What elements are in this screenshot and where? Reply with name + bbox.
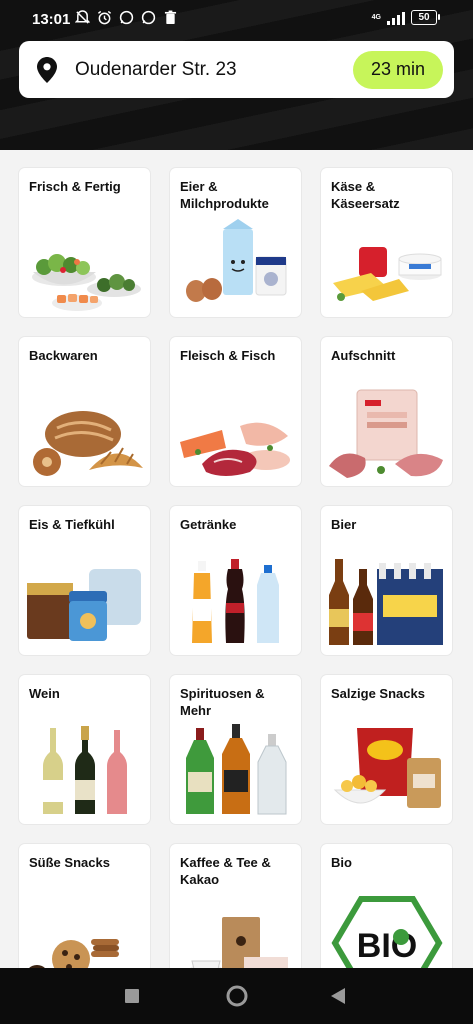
bread-icon: [33, 411, 143, 476]
category-label: Frisch & Fertig: [29, 179, 121, 194]
location-pin-icon: [37, 56, 57, 83]
category-card-aufschnitt[interactable]: Aufschnitt: [321, 337, 452, 486]
notification-icons: [74, 9, 178, 25]
status-bar: 13:01 4G 50: [0, 0, 473, 38]
meat-fish-icon: [180, 422, 290, 476]
beer-bottles-icon: [329, 559, 443, 645]
battery-icon: 50: [411, 10, 440, 25]
cookies-icon: [29, 939, 119, 968]
cheese-icon: [333, 247, 442, 301]
category-card-bier[interactable]: Bier: [321, 506, 452, 655]
category-card-suesse-snacks[interactable]: Süße Snacks: [19, 844, 150, 968]
network-type: 4G: [371, 14, 381, 21]
category-card-backwaren[interactable]: Backwaren: [19, 337, 150, 486]
category-label: Eier & Milchprodukte: [180, 179, 269, 211]
category-grid: Frisch & Fertig Eier & Milchprodukte Käs…: [0, 150, 473, 968]
whatsapp-icon: [140, 9, 156, 25]
wine-bottles-icon: [43, 726, 127, 814]
eggs-milk-icon: [186, 219, 287, 302]
category-card-spirituosen[interactable]: Spirituosen & Mehr: [170, 675, 301, 824]
header: 13:01 4G 50 Oudenarder Str. 23 23 min: [0, 0, 473, 150]
alarm-icon: [96, 9, 112, 25]
category-card-wein[interactable]: Wein: [19, 675, 150, 824]
category-label: Bier: [331, 517, 357, 532]
category-card-bio[interactable]: Bio BIO: [321, 844, 452, 968]
recent-apps-button[interactable]: [125, 989, 139, 1008]
whatsapp-icon: [118, 9, 134, 25]
trash-icon: [162, 9, 178, 25]
mute-icon: [74, 9, 90, 25]
chips-icon: [333, 728, 441, 808]
ice-cream-icon: [27, 569, 141, 641]
category-card-getraenke[interactable]: Getränke: [170, 506, 301, 655]
category-card-eis-tiefkuehl[interactable]: Eis & Tiefkühl: [19, 506, 150, 655]
category-label: Getränke: [180, 517, 237, 532]
delivery-eta-badge: 23 min: [352, 50, 443, 89]
android-navigation-bar: [0, 968, 473, 1024]
battery-level: 50: [418, 12, 430, 23]
category-label: Bio: [331, 855, 352, 870]
category-card-fleisch-fisch[interactable]: Fleisch & Fisch: [170, 337, 301, 486]
address-bar[interactable]: Oudenarder Str. 23 23 min: [19, 41, 454, 98]
category-card-kaffee-tee-kakao[interactable]: Kaffee & Tee & Kakao: [170, 844, 301, 968]
category-label: Salzige Snacks: [331, 686, 425, 701]
back-button[interactable]: [331, 988, 345, 1009]
category-label: Spirituosen & Mehr: [180, 686, 265, 718]
category-label: Backwaren: [29, 348, 98, 363]
back-triangle-icon: [331, 988, 345, 1004]
category-label: Wein: [29, 686, 60, 701]
category-label: Aufschnitt: [331, 348, 396, 363]
circle-icon: [226, 985, 248, 1007]
eta-text: 23 min: [370, 59, 425, 79]
category-label: Fleisch & Fisch: [180, 348, 276, 363]
signal-icon: [387, 11, 405, 25]
category-card-eier-milchprodukte[interactable]: Eier & Milchprodukte: [170, 168, 301, 317]
salad-bowls-icon: [32, 254, 141, 311]
category-label: Süße Snacks: [29, 855, 110, 870]
drink-bottles-icon: [192, 559, 279, 643]
square-icon: [125, 989, 139, 1003]
home-button[interactable]: [226, 985, 248, 1012]
category-label: Eis & Tiefkühl: [29, 517, 115, 532]
cold-cuts-icon: [329, 389, 443, 478]
category-label: Kaffee & Tee & Kakao: [180, 855, 271, 887]
delivery-address: Oudenarder Str. 23: [75, 58, 237, 80]
category-label: Käse & Käseersatz: [331, 179, 400, 211]
category-card-frisch-fertig[interactable]: Frisch & Fertig: [19, 168, 150, 317]
category-card-salzige-snacks[interactable]: Salzige Snacks: [321, 675, 452, 824]
status-right: 4G 50: [371, 10, 440, 25]
category-card-kaese[interactable]: Käse & Käseersatz: [321, 168, 452, 317]
status-time: 13:01: [32, 11, 71, 28]
bio-seal-icon: BIO: [331, 896, 443, 968]
spirits-bottles-icon: [186, 724, 287, 815]
coffee-tea-icon: [190, 917, 288, 968]
svg-text:BIO: BIO: [357, 927, 417, 965]
